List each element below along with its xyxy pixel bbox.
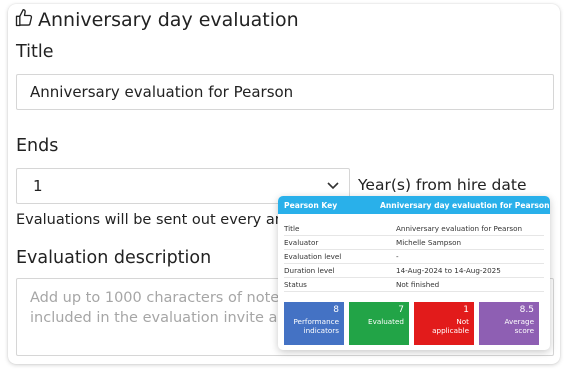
detail-label: Title [284,224,300,233]
detail-row: Title Anniversary evaluation for Pearson [284,222,544,236]
detail-row: Evaluator Michelle Sampson [284,236,544,250]
detail-label: Status [284,280,307,289]
stat-caption: indicators [303,326,339,335]
title-input[interactable]: Anniversary evaluation for Pearson [16,74,554,110]
stat-tile-performance-indicators: 8 Performance indicators [284,302,344,345]
card-header: Anniversary day evaluation [14,8,299,32]
ends-label: Ends [16,136,59,156]
stat-number: 1 [463,305,469,315]
description-label: Evaluation description [16,248,212,268]
page-title: Anniversary day evaluation [38,9,299,31]
ends-units-label: Year(s) from hire date [358,176,527,194]
detail-label: Evaluation level [284,252,342,261]
tooltip-details: Title Anniversary evaluation for Pearson… [284,222,544,292]
tooltip-key-label: Pearson Key [284,200,338,210]
stat-caption: Evaluated [368,317,404,326]
title-label: Title [16,42,54,62]
stat-caption: score [514,326,534,335]
detail-value: Anniversary evaluation for Pearson [396,224,523,233]
stat-number: 7 [398,305,404,315]
stat-caption: applicable [432,326,469,335]
stat-tile-evaluated: 7 Evaluated [349,302,409,345]
stat-tile-not-applicable: 1 Not applicable [414,302,474,345]
title-input-value: Anniversary evaluation for Pearson [30,83,294,101]
stat-caption: Not [456,317,469,326]
stat-caption: Average [504,317,534,326]
stat-number: 8 [333,305,339,315]
detail-row: Status Not finished [284,278,544,292]
detail-row: Evaluation level - [284,250,544,264]
detail-value: Not finished [396,280,440,289]
stat-caption: Performance [293,317,339,326]
detail-label: Duration level [284,266,335,275]
stat-tiles: 8 Performance indicators 7 Evaluated 1 N… [284,302,539,345]
chevron-down-icon [327,179,339,194]
detail-value: 14-Aug-2024 to 14-Aug-2025 [396,266,501,275]
tooltip-title: Anniversary day evaluation for Pearson [380,200,550,210]
detail-value: - [396,252,399,261]
evaluation-tooltip: Pearson Key Anniversary day evaluation f… [278,196,550,350]
detail-value: Michelle Sampson [396,238,462,247]
detail-row: Duration level 14-Aug-2024 to 14-Aug-202… [284,264,544,278]
tooltip-header: Pearson Key Anniversary day evaluation f… [278,196,550,214]
detail-label: Evaluator [284,238,319,247]
stat-number: 8.5 [519,305,534,315]
ends-select-value: 1 [33,177,43,195]
ends-note: Evaluations will be sent out every ann [16,212,294,228]
thumbs-up-icon [14,8,34,32]
stat-tile-average-score: 8.5 Average score [479,302,539,345]
